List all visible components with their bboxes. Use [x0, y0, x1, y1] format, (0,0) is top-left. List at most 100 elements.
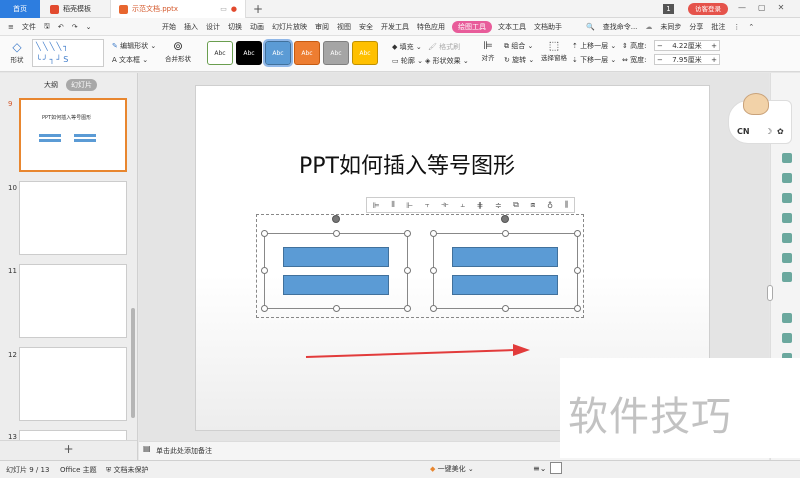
height-value[interactable]: 4.22厘米 [672, 41, 702, 51]
textbox-button[interactable]: A 文本框 ⌄ [112, 55, 148, 65]
shape-button[interactable]: ◇ 形状 [6, 40, 28, 68]
align-middle-icon[interactable]: ⟛ [441, 200, 448, 210]
resize-handle[interactable] [261, 305, 268, 312]
menu-item-7[interactable]: 视图 [333, 22, 355, 32]
align-center-icon[interactable]: ⫴ [391, 200, 394, 210]
width-value[interactable]: 7.95厘米 [672, 55, 702, 65]
shape-style-5[interactable]: Abc [352, 41, 378, 65]
outline-button[interactable]: ▭ 轮廓 ⌄ [392, 56, 423, 66]
rotate-button[interactable]: ↻ 旋转 ⌄ [504, 55, 534, 65]
bring-front-icon[interactable]: ⧉ [513, 200, 519, 210]
menu-item-2[interactable]: 设计 [202, 22, 224, 32]
selection-frame-left[interactable] [264, 233, 408, 309]
merge-shape-button[interactable]: ⊚ 合并形状 [162, 39, 194, 63]
menu-item-10[interactable]: 特色应用 [413, 22, 449, 32]
resize-handle[interactable] [574, 230, 581, 237]
add-slide-button[interactable]: + [0, 440, 137, 459]
menu-item-8[interactable]: 安全 [355, 22, 377, 32]
menu-item-0[interactable]: 开始 [158, 22, 180, 32]
shape-style-4[interactable]: Abc [323, 41, 349, 65]
resize-handle[interactable] [404, 230, 411, 237]
gear-icon[interactable]: ✿ [777, 127, 784, 136]
share-button[interactable]: 分享 [685, 22, 707, 32]
align-left-icon[interactable]: ⊫ [373, 201, 380, 210]
resize-handle[interactable] [430, 230, 437, 237]
sidebar-image-icon[interactable] [782, 233, 792, 243]
view-notes-icon[interactable]: ≡⌄ [533, 464, 546, 473]
slide-thumbnail-13[interactable] [19, 430, 127, 440]
search-command[interactable]: 查找命令... [599, 22, 642, 32]
menu-item-9[interactable]: 开发工具 [377, 22, 413, 32]
slide-title[interactable]: PPT如何插入等号图形 [299, 148, 515, 180]
resize-handle[interactable] [404, 267, 411, 274]
resize-handle[interactable] [574, 267, 581, 274]
slide-thumbnail-9[interactable]: PPT如何插入等号图形 [19, 98, 127, 172]
menu-item-4[interactable]: 动画 [246, 22, 268, 32]
sidebar-layers-icon[interactable] [782, 153, 792, 163]
minus-icon[interactable]: − [657, 42, 663, 50]
more-icon[interactable]: ⋮ [729, 23, 744, 31]
tab-docer[interactable]: 稻壳模板 [42, 0, 108, 18]
doc-protection[interactable]: ⛨ 文档未保护 [106, 465, 148, 475]
sidebar-help-icon[interactable] [782, 333, 792, 343]
equals-bar-bottom-left[interactable] [283, 275, 389, 295]
menu-lines-icon[interactable]: ≡ [4, 23, 18, 31]
plus-icon[interactable]: + [711, 42, 717, 50]
tab-home[interactable]: 首页 [0, 0, 40, 18]
shape-style-1[interactable]: Abc [236, 41, 262, 65]
width-stepper[interactable]: − 7.95厘米 + [654, 54, 720, 65]
slide-thumbnail-10[interactable] [19, 181, 127, 255]
move-down-button[interactable]: ⇣ 下移一层 ⌄ [572, 55, 616, 65]
shape-style-0[interactable]: Abc [207, 41, 233, 65]
mascot-widget[interactable]: CN ☽ ✿ [728, 93, 792, 144]
slide-thumbnail-12[interactable] [19, 347, 127, 421]
distribute-vertical-icon[interactable]: ≑ [495, 201, 502, 210]
shape-style-2[interactable]: Abc [263, 39, 293, 67]
sidebar-grid-icon[interactable] [782, 213, 792, 223]
save-icon[interactable]: 🖫 [40, 22, 54, 33]
new-tab-button[interactable]: + [253, 2, 263, 16]
close-icon[interactable]: ✕ [778, 3, 785, 12]
slides-tab[interactable]: 幻灯片 [66, 79, 97, 91]
moon-icon[interactable]: ☽ [765, 127, 772, 136]
format-painter-button[interactable]: 🖌 格式刷 [428, 42, 460, 52]
edit-shape-button[interactable]: ✎ 编辑形状 ⌄ [112, 41, 156, 51]
slide-thumbnail-11[interactable] [19, 264, 127, 338]
sidebar-export-icon[interactable] [782, 272, 792, 282]
dropdown-icon[interactable]: ⌄ [82, 23, 96, 31]
shape-effect-button[interactable]: ◈ 形状效果 ⌄ [425, 56, 469, 66]
more-tools-icon[interactable]: ⫼ [565, 200, 569, 210]
resize-handle[interactable] [261, 230, 268, 237]
panel-scrollbar[interactable] [131, 308, 135, 418]
beautify-button[interactable]: ◆ 一键美化 ⌄ [430, 464, 474, 474]
equals-bar-bottom-right[interactable] [452, 275, 558, 295]
resize-handle[interactable] [502, 230, 509, 237]
shape-gallery[interactable]: ╲╲╲╲┐ ╰╯┐┘S [32, 39, 104, 67]
rotate-handle[interactable] [332, 215, 340, 223]
resize-handle[interactable] [261, 267, 268, 274]
align-bottom-icon[interactable]: ⫠ [460, 200, 465, 210]
theme-name[interactable]: Office 主题 [60, 465, 97, 475]
redo-icon[interactable]: ↷ [68, 23, 82, 31]
sidebar-chart-icon[interactable] [782, 193, 792, 203]
equals-bar-top-right[interactable] [452, 247, 558, 267]
sidebar-settings-icon[interactable] [782, 313, 792, 323]
maximize-icon[interactable]: ▢ [758, 3, 766, 12]
resize-handle[interactable] [430, 267, 437, 274]
undo-icon[interactable]: ↶ [54, 23, 68, 31]
align-right-icon[interactable]: ⊩ [406, 201, 413, 210]
login-button[interactable]: 访客登录 [688, 3, 728, 15]
minimize-icon[interactable]: — [738, 3, 746, 12]
resize-handle[interactable] [574, 305, 581, 312]
lightbulb-icon[interactable]: ♁ [547, 201, 553, 210]
menu-item-5[interactable]: 幻灯片放映 [268, 22, 311, 32]
resize-handle[interactable] [430, 305, 437, 312]
plus-icon[interactable]: + [711, 56, 717, 64]
menu-file[interactable]: 文件 [18, 22, 40, 32]
collapse-ribbon-icon[interactable]: ⌃ [744, 23, 758, 31]
send-back-icon[interactable]: ⧈ [530, 200, 535, 210]
height-stepper[interactable]: − 4.22厘米 + [654, 40, 720, 51]
rotate-handle[interactable] [501, 215, 509, 223]
group-button[interactable]: ⧉ 组合 ⌄ [504, 41, 533, 51]
notes-input[interactable]: 单击此处添加备注 [156, 446, 212, 456]
